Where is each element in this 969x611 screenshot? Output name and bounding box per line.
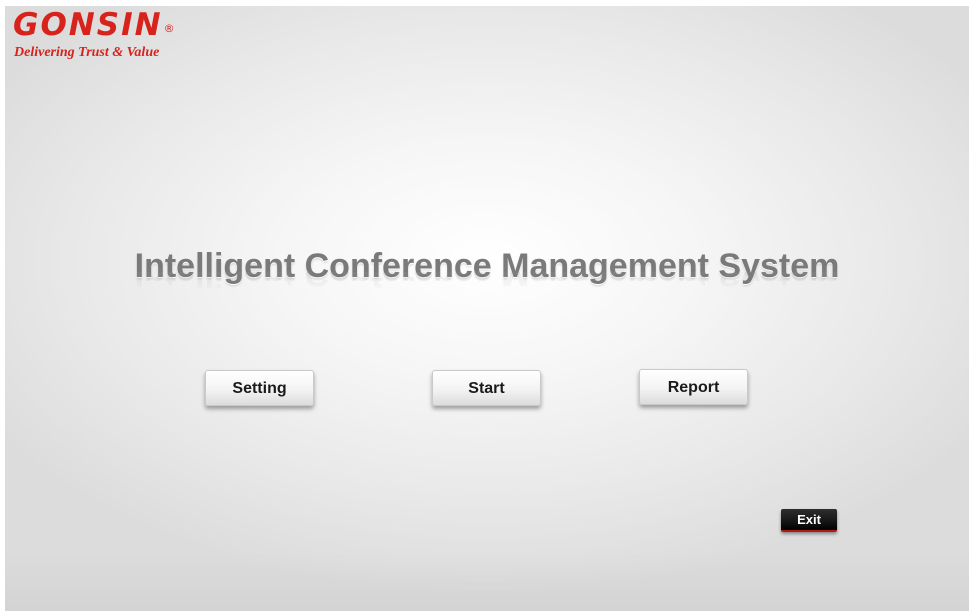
page-title-reflection: Intelligent Conference Management System <box>5 272 969 294</box>
registered-mark: ® <box>163 22 177 35</box>
logo-tagline: Delivering Trust & Value <box>14 45 160 60</box>
report-button[interactable]: Report <box>639 369 748 405</box>
setting-button[interactable]: Setting <box>205 370 314 406</box>
logo-wordmark: GONSIN® <box>13 8 177 46</box>
start-button[interactable]: Start <box>432 370 541 406</box>
page-title-reflection-text: Intelligent Conference Management System <box>134 272 840 293</box>
exit-button[interactable]: Exit <box>781 509 837 532</box>
logo-name-text: GONSIN <box>13 7 163 43</box>
brand-logo: GONSIN® Delivering Trust & Value <box>13 8 177 60</box>
app-window: GONSIN® Delivering Trust & Value Intelli… <box>0 0 969 611</box>
title-block: Intelligent Conference Management System… <box>5 246 969 294</box>
main-screen: GONSIN® Delivering Trust & Value Intelli… <box>5 6 969 611</box>
